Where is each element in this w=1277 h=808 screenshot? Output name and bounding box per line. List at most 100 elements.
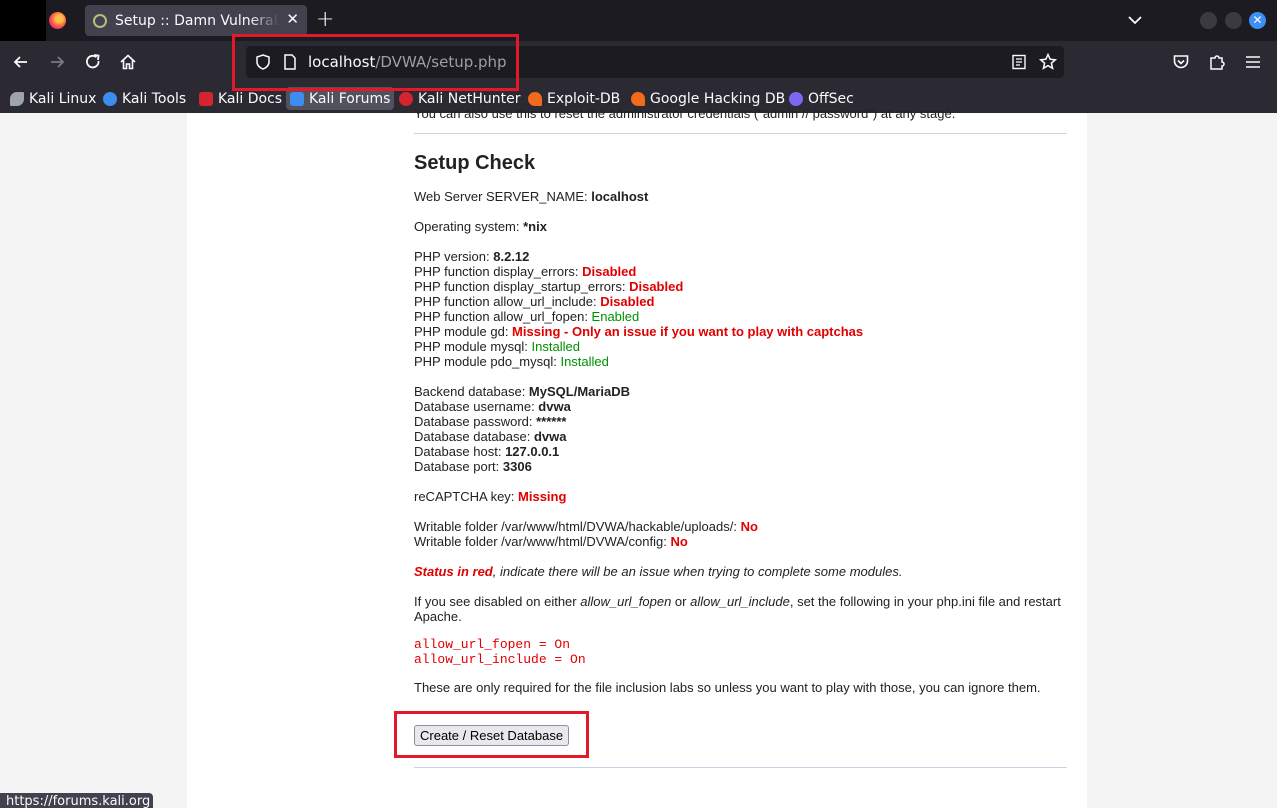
reload-icon[interactable] [83,52,103,72]
bookmark-kali-tools[interactable]: Kali Tools [99,87,190,110]
status-link-preview: https://forums.kali.org [0,793,153,808]
nethunter-icon [399,91,413,106]
bookmark-kali-forums[interactable]: Kali Forums [286,87,395,110]
php-version-label: PHP version: [414,249,494,264]
allow-url-fopen-status: Enabled [591,309,640,324]
tab-bar: Setup :: Damn Vulnerable Web Application… [0,0,1277,41]
config-folder-row: Writable folder /var/www/html/DVWA/confi… [414,534,688,549]
disabled-note-include: allow_url_include [690,594,790,609]
db-host-row: Database host: 127.0.0.1 [414,444,559,459]
uploads-folder-row: Writable folder /var/www/html/DVWA/hacka… [414,519,758,534]
config-folder-status: No [670,534,688,549]
url-text[interactable]: localhost/DVWA/setup.php [308,53,507,71]
pocket-icon[interactable] [1171,52,1191,72]
db-password-value: ****** [536,414,567,429]
mysql-label: PHP module mysql: [414,339,532,354]
pdo-mysql-label: PHP module pdo_mysql: [414,354,561,369]
disabled-note: If you see disabled on either allow_url_… [414,594,1061,609]
tracking-protection-shield-icon[interactable] [254,53,272,71]
display-startup-errors-label: PHP function display_startup_errors: [414,279,630,294]
code-allow-url-include: allow_url_include = On [414,652,586,667]
page-title: Setup Check [414,152,536,174]
back-icon[interactable] [11,52,31,72]
tab-bar-edge [0,0,46,41]
kali-docs-icon [199,91,213,106]
status-note-rest: , indicate there will be an issue when t… [492,564,903,579]
db-port-row: Database port: 3306 [414,459,532,474]
uploads-folder-status: No [740,519,758,534]
display-startup-errors-row: PHP function display_startup_errors: Dis… [414,279,683,294]
divider-top [414,133,1067,134]
kali-forums-icon [290,91,304,106]
firefox-icon[interactable] [49,12,66,29]
config-folder-label: Writable folder /var/www/html/DVWA/confi… [414,534,671,549]
ghdb-icon [631,91,645,106]
allow-url-fopen-row: PHP function allow_url_fopen: Enabled [414,309,639,324]
bookmark-kali-docs[interactable]: Kali Docs [195,87,286,110]
db-username-row: Database username: dvwa [414,399,571,414]
extensions-icon[interactable] [1207,52,1227,72]
create-reset-database-button[interactable]: Create / Reset Database [414,725,570,746]
mysql-status: Installed [531,339,580,354]
display-errors-row: PHP function display_errors: Disabled [414,264,636,279]
display-errors-label: PHP function display_errors: [414,264,583,279]
reader-view-icon[interactable] [1010,54,1028,70]
mysql-row: PHP module mysql: Installed [414,339,580,354]
home-icon[interactable] [118,52,138,72]
display-errors-status: Disabled [582,264,637,279]
status-note-red: Status in red [414,564,493,579]
code-allow-url-fopen: allow_url_fopen = On [414,637,571,652]
db-username-value: dvwa [538,399,571,414]
disabled-note-fopen: allow_url_fopen [580,594,672,609]
tab-close-icon[interactable]: ✕ [286,10,299,28]
tab-setup[interactable]: Setup :: Damn Vulnerable Web Application… [85,5,307,36]
bookmark-label: Kali NetHunter [418,90,521,107]
uploads-folder-label: Writable folder /var/www/html/DVWA/hacka… [414,519,741,534]
tab-title: Setup :: Damn Vulnerable Web Application [115,12,279,29]
close-window-button[interactable]: ✕ [1249,12,1266,29]
bookmark-kali-linux[interactable]: Kali Linux [6,87,100,110]
minimize-button[interactable] [1200,12,1217,29]
disabled-note-line2: Apache. [414,609,462,624]
bookmark-star-icon[interactable] [1038,52,1058,72]
server-name-label: Web Server SERVER_NAME: [414,189,592,204]
allow-url-include-status: Disabled [600,294,655,309]
offsec-icon [789,91,803,106]
db-username-label: Database username: [414,399,539,414]
server-name-value: localhost [591,189,649,204]
menu-icon[interactable] [1243,52,1263,72]
gd-row: PHP module gd: Missing - Only an issue i… [414,324,863,339]
backend-value: MySQL/MariaDB [528,384,631,399]
url-host: localhost [308,53,376,71]
url-bar[interactable]: localhost/DVWA/setup.php [246,46,1064,78]
pdo-mysql-status: Installed [560,354,609,369]
db-password-row: Database password: ****** [414,414,566,429]
recaptcha-label: reCAPTCHA key: [414,489,519,504]
db-name-value: dvwa [533,429,567,444]
db-host-value: 127.0.0.1 [505,444,560,459]
forward-icon[interactable] [47,52,67,72]
display-startup-errors-status: Disabled [629,279,684,294]
page-info-icon[interactable] [282,53,298,71]
divider-bottom [414,767,1067,768]
kali-tools-icon [103,91,117,106]
inclusion-labs-note: These are only required for the file inc… [414,680,1041,695]
new-tab-button[interactable]: + [316,7,334,32]
pdo-mysql-row: PHP module pdo_mysql: Installed [414,354,609,369]
bookmark-label: Exploit-DB [547,90,621,107]
bookmark-label: Kali Linux [29,90,97,107]
allow-url-include-row: PHP function allow_url_include: Disabled [414,294,654,309]
php-version-row: PHP version: 8.2.12 [414,249,529,264]
maximize-button[interactable] [1225,12,1242,29]
allow-url-fopen-label: PHP function allow_url_fopen: [414,309,592,324]
list-all-tabs-icon[interactable] [1125,10,1145,30]
db-name-label: Database database: [414,429,534,444]
status-note: Status in red, indicate there will be an… [414,564,902,579]
db-port-label: Database port: [414,459,503,474]
db-port-value: 3306 [502,459,532,474]
os-row: Operating system: *nix [414,219,547,234]
kali-dragon-icon [10,91,24,106]
disabled-note-part1: If you see disabled on either [414,594,581,609]
disabled-note-or: or [671,594,691,609]
dvwa-favicon-icon [93,13,107,28]
